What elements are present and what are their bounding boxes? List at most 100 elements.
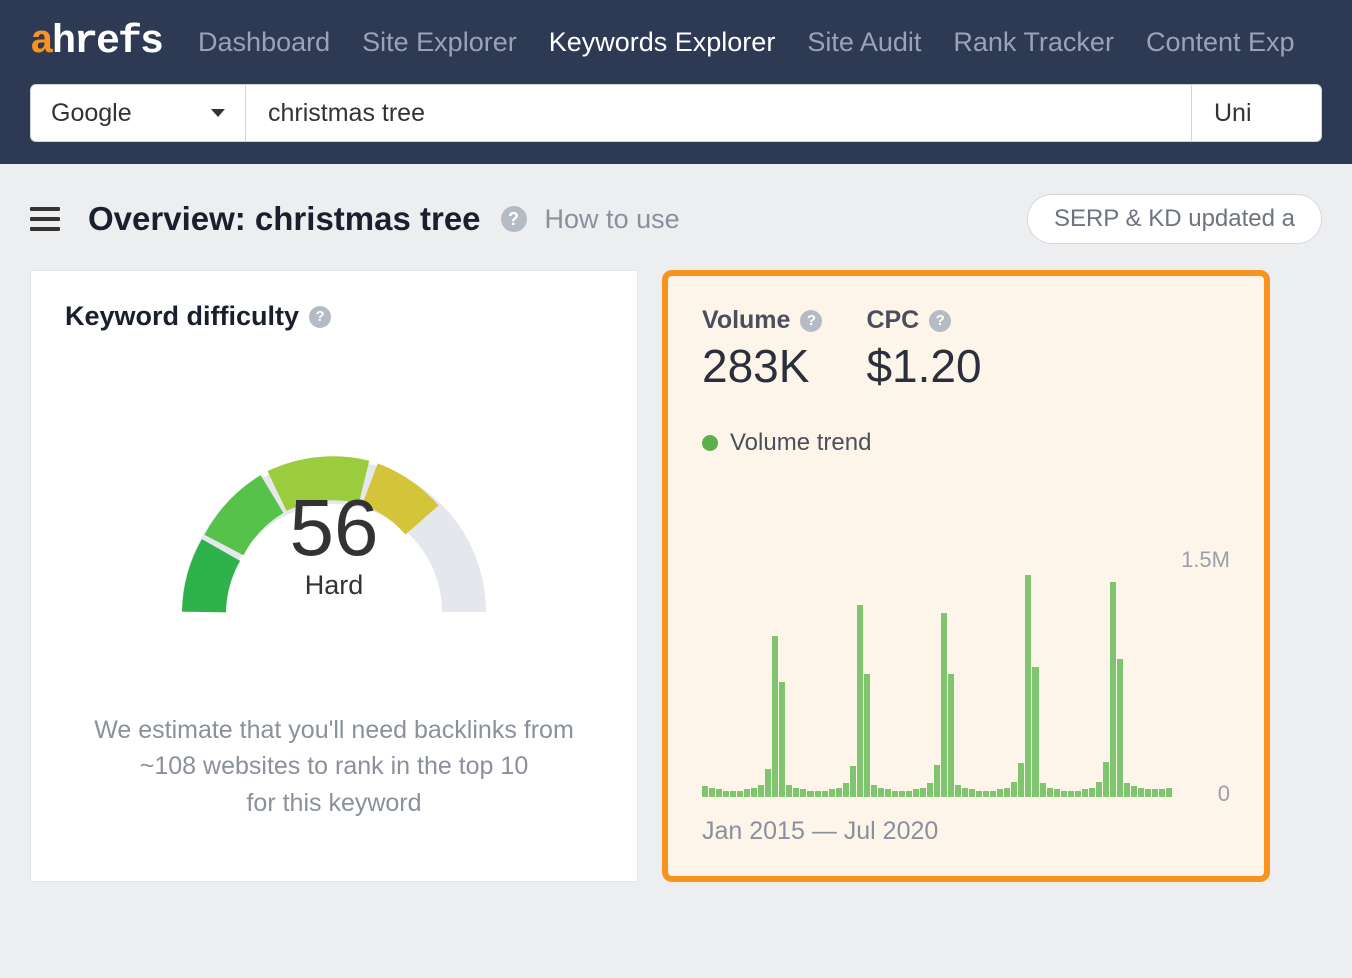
bar: [765, 769, 771, 797]
y-axis-label-top: 1.5M: [1181, 547, 1230, 573]
bar: [702, 786, 708, 797]
volume-label-text: Volume: [702, 306, 790, 335]
bar: [751, 788, 757, 797]
bar: [709, 788, 715, 797]
cards-row: Keyword difficulty ? 56 Hard We estimate…: [0, 270, 1352, 882]
y-axis-label-bottom: 0: [1218, 781, 1230, 807]
bar: [1082, 789, 1088, 797]
how-to-use-link[interactable]: How to use: [545, 204, 680, 235]
legend-dot-icon: [702, 435, 718, 451]
bar: [1152, 789, 1158, 797]
bar: [920, 788, 926, 797]
bar: [807, 791, 813, 797]
bar: [871, 785, 877, 797]
kd-score: 56: [164, 482, 504, 574]
kd-title-text: Keyword difficulty: [65, 301, 299, 332]
bar: [793, 788, 799, 797]
bar: [800, 789, 806, 797]
kd-label: Hard: [164, 570, 504, 601]
cpc-value: $1.20: [866, 339, 981, 393]
help-icon[interactable]: ?: [800, 310, 822, 332]
page-header: Overview: christmas tree ? How to use SE…: [0, 164, 1352, 270]
help-icon[interactable]: ?: [501, 206, 527, 232]
country-value: Uni: [1214, 99, 1252, 128]
caret-down-icon: [211, 109, 225, 117]
bar: [1124, 783, 1130, 797]
volume-card: Volume ? 283K CPC ? $1.20 Volume trend 1…: [662, 270, 1270, 882]
menu-icon[interactable]: [30, 201, 60, 237]
nav-keywords-explorer[interactable]: Keywords Explorer: [549, 27, 776, 58]
logo-rest: hrefs: [52, 20, 162, 65]
bar: [822, 791, 828, 797]
bar: [1117, 659, 1123, 797]
search-engine-select[interactable]: Google: [30, 84, 246, 142]
nav-row: ahrefs Dashboard Site Explorer Keywords …: [0, 0, 1352, 84]
kd-desc-line: ~108 websites to rank in the top 10: [65, 748, 603, 784]
bar: [723, 791, 729, 797]
nav-dashboard[interactable]: Dashboard: [198, 27, 330, 58]
kd-title: Keyword difficulty ?: [65, 301, 603, 332]
bar: [815, 791, 821, 797]
bar: [1166, 788, 1172, 797]
bar: [1011, 782, 1017, 797]
bar: [969, 789, 975, 797]
bar: [1075, 791, 1081, 797]
bar: [1047, 788, 1053, 797]
bar: [976, 791, 982, 797]
bar: [878, 788, 884, 797]
kd-gauge: 56 Hard: [164, 422, 504, 642]
cpc-metric: CPC ? $1.20: [866, 306, 981, 393]
kd-desc-line: for this keyword: [65, 785, 603, 821]
chart-legend: Volume trend: [702, 429, 1230, 457]
bar: [997, 789, 1003, 797]
bar: [836, 788, 842, 797]
country-select[interactable]: Uni: [1192, 84, 1322, 142]
bar: [1004, 788, 1010, 797]
keyword-difficulty-card: Keyword difficulty ? 56 Hard We estimate…: [30, 270, 638, 882]
search-engine-value: Google: [51, 99, 132, 128]
serp-updated-pill[interactable]: SERP & KD updated a: [1027, 194, 1322, 244]
bar: [906, 791, 912, 797]
help-icon[interactable]: ?: [309, 306, 331, 328]
logo-a: a: [30, 20, 52, 65]
bar: [1032, 667, 1038, 797]
bar: [990, 791, 996, 797]
bar: [927, 783, 933, 797]
bar: [1110, 582, 1116, 797]
bar: [1103, 762, 1109, 797]
bar: [829, 789, 835, 797]
nav-rank-tracker[interactable]: Rank Tracker: [953, 27, 1114, 58]
logo[interactable]: ahrefs: [30, 20, 162, 65]
bar: [1061, 791, 1067, 797]
cpc-label-text: CPC: [866, 306, 919, 335]
x-axis-range: Jan 2015 — Jul 2020: [702, 817, 1230, 846]
keyword-input[interactable]: [246, 84, 1192, 142]
kd-desc-line: We estimate that you'll need backlinks f…: [65, 712, 603, 748]
bar: [758, 785, 764, 797]
bar: [1068, 791, 1074, 797]
bar: [744, 789, 750, 797]
volume-value: 283K: [702, 339, 822, 393]
bar: [716, 789, 722, 797]
bar: [1054, 789, 1060, 797]
metrics-row: Volume ? 283K CPC ? $1.20: [702, 306, 1230, 393]
bar: [934, 765, 940, 797]
bar: [1025, 575, 1031, 797]
nav-site-explorer[interactable]: Site Explorer: [362, 27, 517, 58]
page-title: Overview: christmas tree: [88, 200, 481, 238]
bar: [786, 785, 792, 797]
help-icon[interactable]: ?: [929, 310, 951, 332]
bar: [1018, 763, 1024, 797]
topbar: ahrefs Dashboard Site Explorer Keywords …: [0, 0, 1352, 164]
nav-content-explorer[interactable]: Content Exp: [1146, 27, 1295, 58]
bar: [857, 605, 863, 797]
search-row: Google Uni: [0, 84, 1352, 164]
bar: [1138, 788, 1144, 797]
bar: [1089, 788, 1095, 797]
bar: [850, 766, 856, 797]
volume-metric: Volume ? 283K: [702, 306, 822, 393]
legend-text: Volume trend: [730, 429, 871, 457]
bar: [737, 791, 743, 797]
nav-site-audit[interactable]: Site Audit: [807, 27, 921, 58]
bar: [864, 674, 870, 797]
